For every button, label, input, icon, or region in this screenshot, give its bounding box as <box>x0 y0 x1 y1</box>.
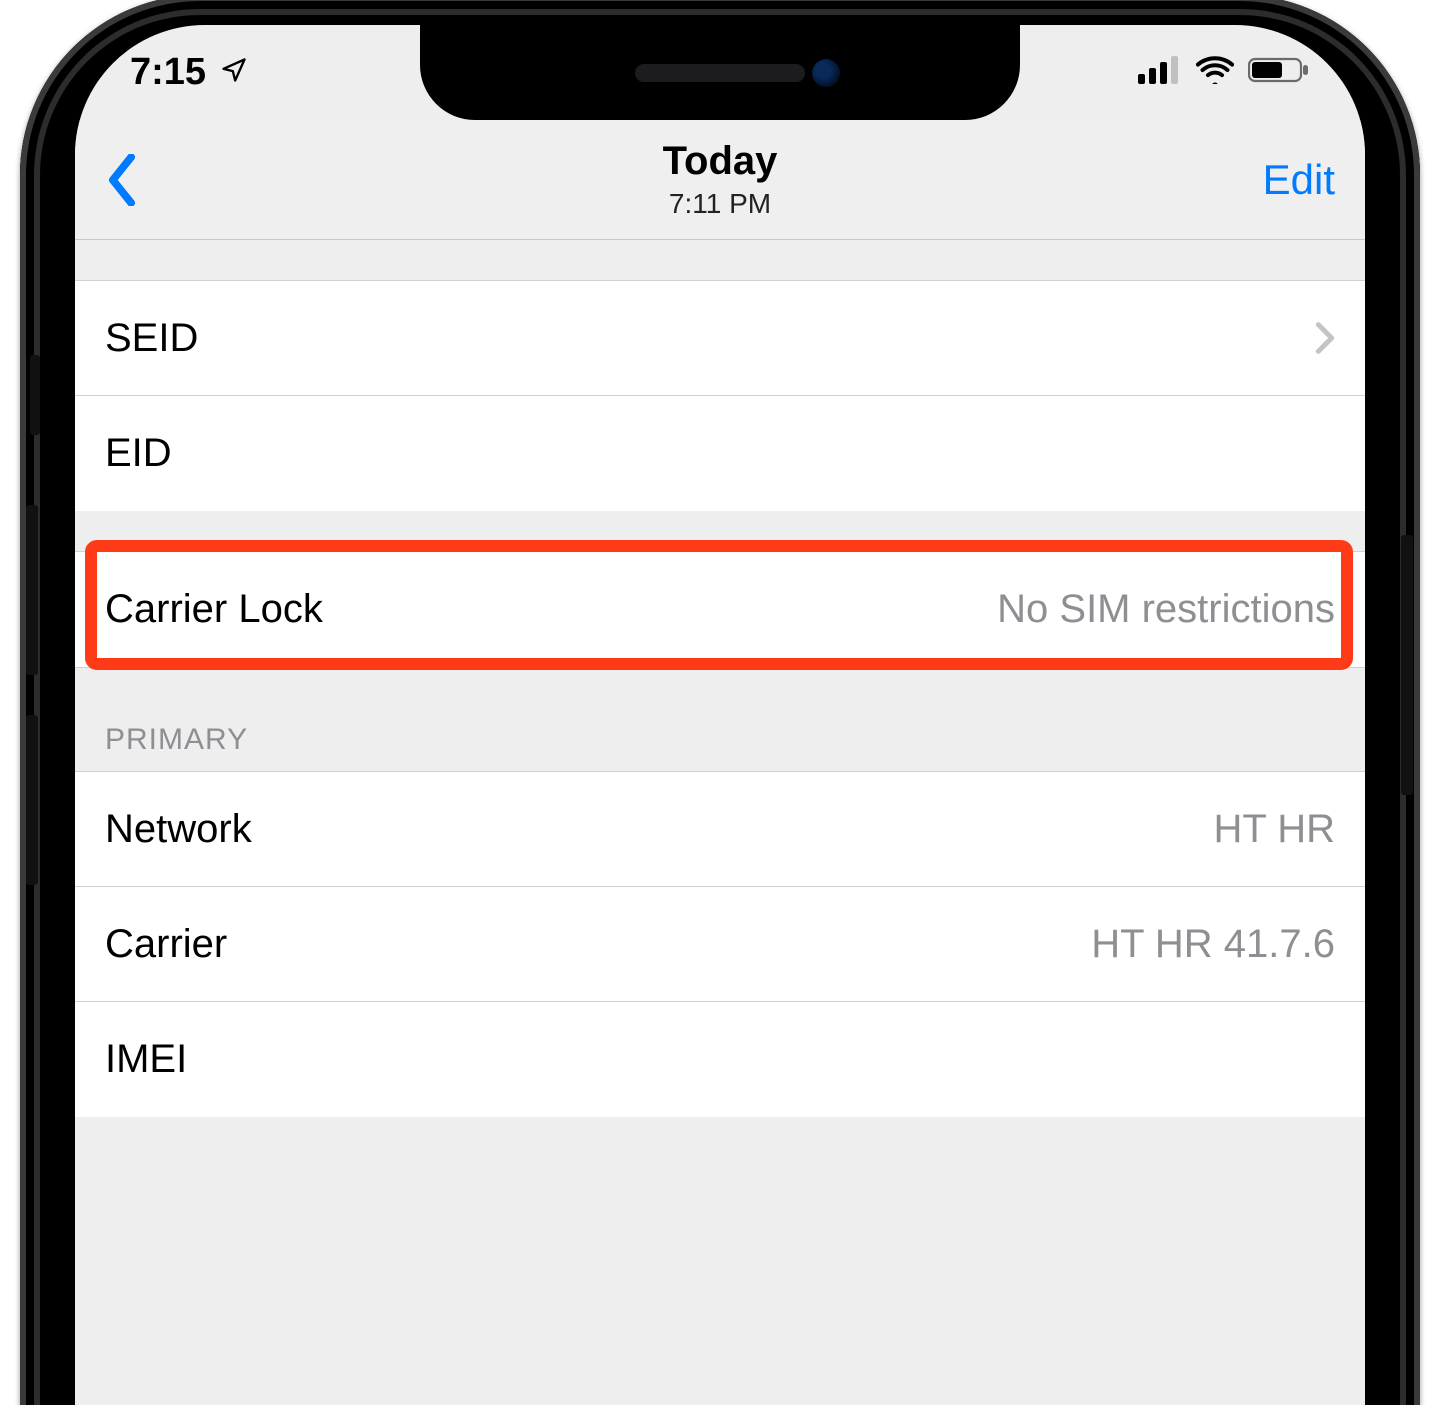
row-network[interactable]: Network HT HR <box>75 772 1365 887</box>
chevron-right-icon <box>1315 321 1335 355</box>
cellular-signal-icon <box>1138 51 1182 94</box>
nav-title-sub: 7:11 PM <box>669 188 771 220</box>
power-button <box>1401 535 1413 795</box>
row-imei[interactable]: IMEI <box>75 1002 1365 1117</box>
wifi-icon <box>1196 51 1234 94</box>
row-carrier-lock[interactable]: Carrier Lock No SIM restrictions <box>75 552 1365 667</box>
section-header-primary: PRIMARY <box>75 668 1365 771</box>
mute-switch <box>30 355 40 435</box>
row-seid[interactable]: SEID <box>75 281 1365 396</box>
group-identifiers: SEID EID <box>75 280 1365 511</box>
row-label: Carrier <box>105 922 227 967</box>
front-camera <box>812 59 840 87</box>
nav-bar: Today 7:11 PM Edit <box>75 120 1365 240</box>
battery-icon <box>1248 51 1310 94</box>
back-button[interactable] <box>105 154 139 206</box>
row-label: Network <box>105 807 252 852</box>
volume-down-button <box>26 715 38 885</box>
row-label: SEID <box>105 316 198 361</box>
row-value: No SIM restrictions <box>997 587 1335 632</box>
group-carrier-lock: Carrier Lock No SIM restrictions <box>75 551 1365 668</box>
location-arrow-icon <box>220 51 248 94</box>
nav-title-main: Today <box>663 139 778 184</box>
row-label: Carrier Lock <box>105 587 323 632</box>
volume-up-button <box>26 505 38 675</box>
row-value: HT HR <box>1214 807 1335 852</box>
device-notch <box>420 25 1020 120</box>
row-value: HT HR 41.7.6 <box>1091 922 1335 967</box>
row-label: IMEI <box>105 1037 187 1082</box>
row-carrier[interactable]: Carrier HT HR 41.7.6 <box>75 887 1365 1002</box>
nav-title: Today 7:11 PM <box>75 139 1365 220</box>
group-primary: Network HT HR Carrier HT HR 41.7.6 IMEI <box>75 771 1365 1117</box>
status-time: 7:15 <box>130 51 206 94</box>
speaker-grille <box>635 64 805 82</box>
group-gap <box>75 511 1365 551</box>
edit-button[interactable]: Edit <box>1263 156 1335 204</box>
row-label: EID <box>105 431 172 476</box>
settings-content[interactable]: SEID EID Carrier Lock No SIM restrict <box>75 240 1365 1405</box>
row-eid[interactable]: EID <box>75 396 1365 511</box>
